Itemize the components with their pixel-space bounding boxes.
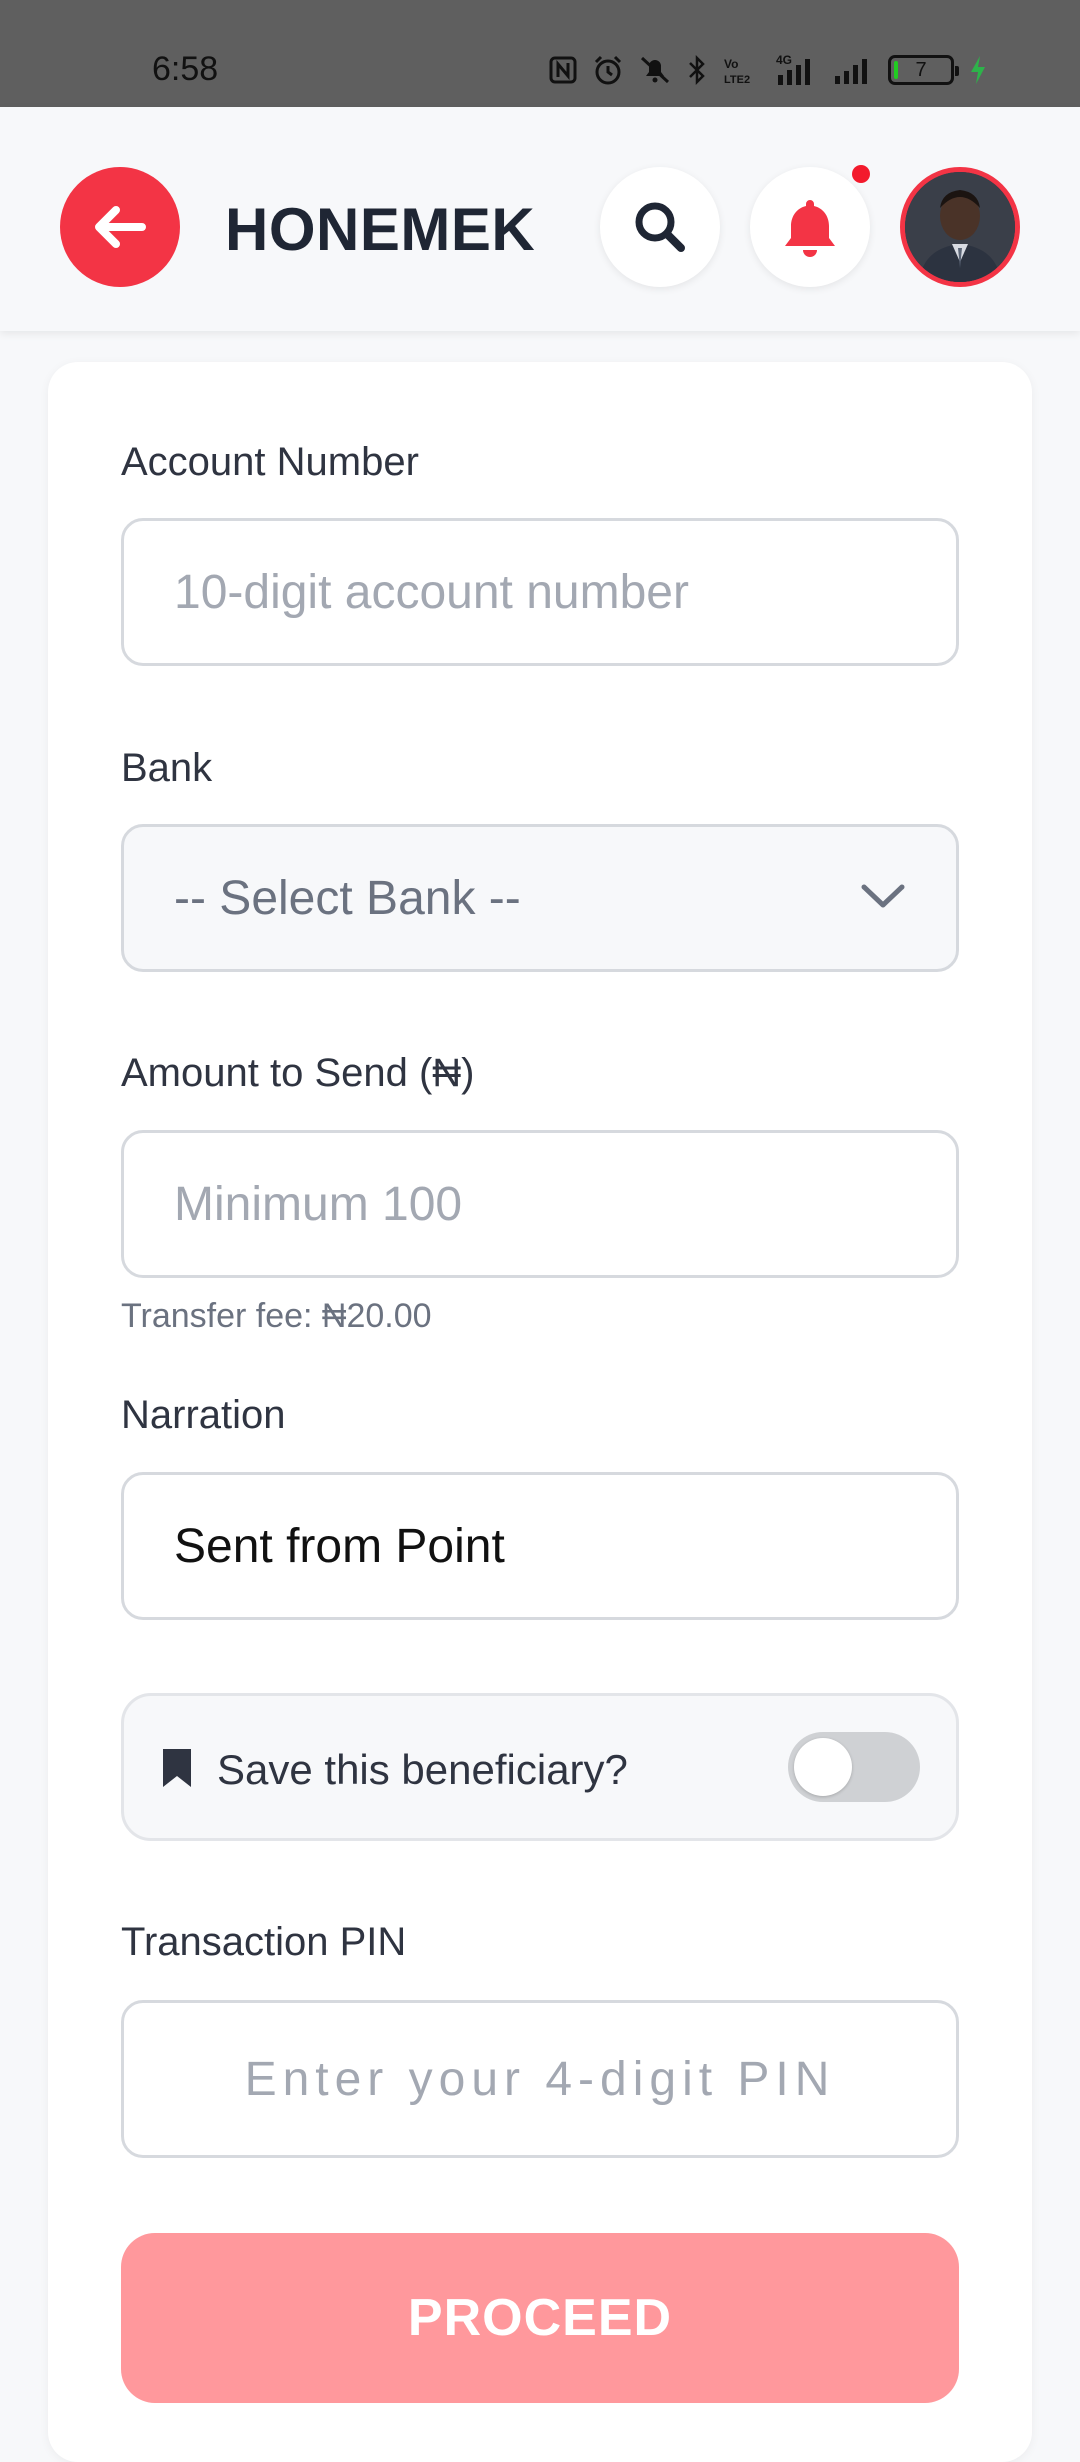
status-bar: 6:58 Vo LTE2 4G 7: [0, 0, 1080, 107]
status-time: 6:58: [152, 50, 219, 88]
battery-level-fill: [894, 61, 899, 79]
amount-input[interactable]: Minimum 100: [121, 1130, 959, 1278]
bookmark-icon: [163, 1749, 191, 1787]
amount-label: Amount to Send (₦): [121, 1051, 475, 1095]
save-beneficiary-row: Save this beneficiary?: [121, 1693, 959, 1841]
bank-label: Bank: [121, 746, 213, 790]
status-icons: Vo LTE2 4G 7: [548, 52, 988, 88]
svg-text:LTE2: LTE2: [724, 74, 750, 86]
proceed-button[interactable]: PROCEED: [121, 2233, 959, 2403]
arrow-left-icon: [95, 206, 146, 248]
bank-selected-value: -- Select Bank --: [174, 871, 521, 925]
mute-icon: [638, 54, 672, 86]
charging-icon: [968, 54, 988, 86]
narration-label: Narration: [121, 1393, 286, 1437]
save-beneficiary-label: Save this beneficiary?: [217, 1746, 628, 1793]
svg-text:Vo: Vo: [724, 57, 738, 71]
account-number-input[interactable]: 10-digit account number: [121, 518, 959, 666]
notification-badge: [852, 165, 870, 183]
chevron-down-icon: [861, 884, 905, 908]
search-button[interactable]: [600, 167, 720, 287]
notifications-button[interactable]: [750, 167, 870, 287]
narration-value: Sent from Point: [174, 1519, 505, 1573]
signal-4g-icon: 4G: [772, 53, 818, 87]
narration-input[interactable]: Sent from Point: [121, 1472, 959, 1620]
search-icon: [635, 202, 685, 252]
transfer-fee-text: Transfer fee: ₦20.00: [121, 1297, 432, 1335]
avatar[interactable]: [900, 167, 1020, 287]
signal-icon: [832, 54, 874, 86]
profile-photo: [905, 172, 1015, 282]
volte-icon: Vo LTE2: [722, 54, 758, 86]
pin-label: Transaction PIN: [121, 1920, 407, 1964]
toggle-knob: [794, 1738, 852, 1796]
amount-placeholder: Minimum 100: [174, 1177, 463, 1231]
account-number-label: Account Number: [121, 440, 419, 484]
app-header: HONEMEK: [0, 107, 1080, 331]
bluetooth-icon: [686, 54, 708, 86]
bank-select[interactable]: -- Select Bank --: [121, 824, 959, 972]
back-button[interactable]: [60, 167, 180, 287]
nfc-icon: [548, 55, 578, 85]
alarm-icon: [592, 54, 624, 86]
svg-text:4G: 4G: [776, 53, 792, 67]
battery-level-text: 7: [915, 58, 927, 81]
battery-icon: 7: [888, 55, 959, 85]
account-number-placeholder: 10-digit account number: [174, 565, 689, 619]
pin-input[interactable]: Enter your 4-digit PIN: [121, 2000, 959, 2158]
save-beneficiary-toggle[interactable]: [788, 1732, 920, 1802]
bell-icon: [785, 200, 835, 257]
pin-placeholder: Enter your 4-digit PIN: [244, 2052, 836, 2106]
app-title: HONEMEK: [225, 196, 536, 263]
